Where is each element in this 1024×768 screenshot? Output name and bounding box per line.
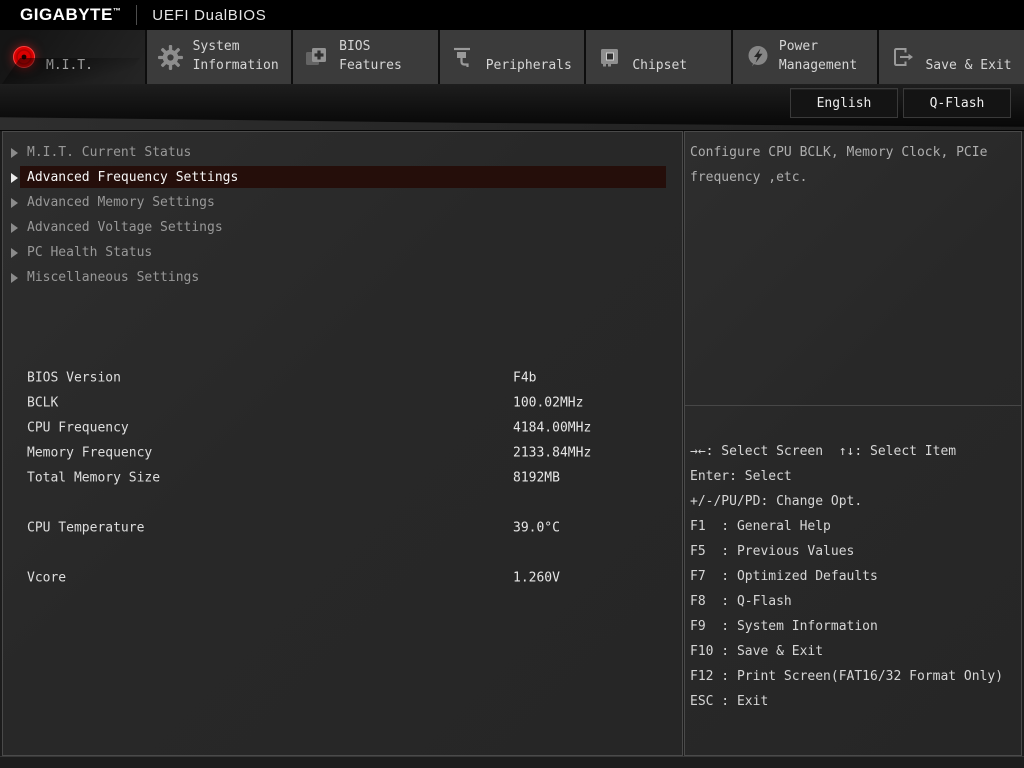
menu-item-advanced-frequency-settings[interactable]: Advanced Frequency Settings: [3, 165, 682, 190]
tab-save-exit[interactable]: Save & Exit: [879, 30, 1024, 84]
bios-setup-screen: GIGABYTE™ UEFI DualBIOS M.I.T.: [0, 0, 1024, 768]
mit-red-dot-icon: [9, 42, 39, 72]
status-label: CPU Frequency: [27, 420, 129, 435]
menu-item-label: Miscellaneous Settings: [20, 266, 666, 288]
tab-chipset[interactable]: Chipset: [586, 30, 731, 84]
submenu-arrow-icon: [11, 223, 18, 233]
menu-item-label: Advanced Voltage Settings: [20, 216, 666, 238]
submenu-arrow-icon: [11, 273, 18, 283]
tab-label: Chipset: [632, 35, 687, 79]
hotkey-line: F1 : General Help: [685, 514, 1021, 539]
tab-label: M.I.T.: [46, 35, 93, 79]
peripherals-icon: [449, 42, 479, 72]
status-label: Memory Frequency: [27, 445, 152, 460]
hotkey-line: →←: Select Screen ↑↓: Select Item: [685, 439, 1021, 464]
tab-label: Save & Exit: [925, 35, 1011, 79]
status-value: 39.0°C: [513, 520, 560, 535]
menu-item-miscellaneous-settings[interactable]: Miscellaneous Settings: [3, 265, 682, 290]
trademark-symbol: ™: [113, 6, 122, 15]
status-value: 2133.84MHz: [513, 445, 591, 460]
status-value: 1.260V: [513, 570, 560, 585]
bottom-strip: [0, 756, 1024, 768]
tab-label: BIOSFeatures: [339, 35, 402, 79]
hotkey-line: F10 : Save & Exit: [685, 639, 1021, 664]
menu-item-label: PC Health Status: [20, 241, 666, 263]
tab-label: PowerManagement: [779, 35, 857, 79]
tab-bar: M.I.T.: [0, 30, 1024, 84]
status-row-total-memory-size: Total Memory Size 8192MB: [3, 465, 682, 490]
system-status-readouts: BIOS Version F4b BCLK 100.02MHz CPU Freq…: [3, 365, 682, 590]
tab-bios-features[interactable]: BIOSFeatures: [293, 30, 438, 84]
hotkey-line: F5 : Previous Values: [685, 539, 1021, 564]
status-value: 4184.00MHz: [513, 420, 591, 435]
status-label: Vcore: [27, 570, 66, 585]
help-panel: Configure CPU BCLK, Memory Clock, PCIe f…: [684, 131, 1022, 756]
status-value: F4b: [513, 370, 536, 385]
status-row-cpu-frequency: CPU Frequency 4184.00MHz: [3, 415, 682, 440]
menu-item-label: Advanced Frequency Settings: [20, 166, 666, 188]
status-label: CPU Temperature: [27, 520, 144, 535]
chip-plus-icon: [302, 42, 332, 72]
lightning-bolt-icon: [742, 42, 772, 72]
status-row-bclk: BCLK 100.02MHz: [3, 390, 682, 415]
submenu-arrow-icon: [11, 248, 18, 258]
topbar: GIGABYTE™ UEFI DualBIOS: [0, 0, 1024, 30]
status-label: BCLK: [27, 395, 58, 410]
qflash-button[interactable]: Q-Flash: [903, 88, 1011, 118]
hotkey-line: +/-/PU/PD: Change Opt.: [685, 489, 1021, 514]
tab-peripherals[interactable]: Peripherals: [440, 30, 585, 84]
status-row-vcore: Vcore 1.260V: [3, 565, 682, 590]
menu-item-label: M.I.T. Current Status: [20, 141, 666, 163]
firmware-title: UEFI DualBIOS: [152, 7, 266, 24]
gear-icon: [156, 42, 186, 72]
settings-panel: M.I.T. Current Status Advanced Frequency…: [2, 131, 683, 756]
status-row-memory-frequency: Memory Frequency 2133.84MHz: [3, 440, 682, 465]
hotkey-line: Enter: Select: [685, 464, 1021, 489]
tab-power-management[interactable]: PowerManagement: [733, 30, 878, 84]
english-button[interactable]: English: [790, 88, 898, 118]
status-label: Total Memory Size: [27, 470, 160, 485]
tab-mit[interactable]: M.I.T.: [0, 30, 145, 84]
exit-door-arrow-icon: [888, 42, 918, 72]
status-value: 8192MB: [513, 470, 560, 485]
submenu-arrow-icon: [11, 198, 18, 208]
status-label: BIOS Version: [27, 370, 121, 385]
mit-submenu: M.I.T. Current Status Advanced Frequency…: [3, 132, 682, 290]
menu-item-pc-health-status[interactable]: PC Health Status: [3, 240, 682, 265]
submenu-arrow-icon: [11, 148, 18, 158]
hotkey-line: ESC : Exit: [685, 689, 1021, 714]
menu-item-mit-current-status[interactable]: M.I.T. Current Status: [3, 140, 682, 165]
tab-system-information[interactable]: SystemInformation: [147, 30, 292, 84]
hotkey-line: F9 : System Information: [685, 614, 1021, 639]
hotkey-line: F8 : Q-Flash: [685, 589, 1021, 614]
hotkey-legend: →←: Select Screen ↑↓: Select Item Enter:…: [685, 406, 1021, 714]
tab-label: Peripherals: [486, 35, 572, 79]
tab-label: SystemInformation: [193, 35, 279, 79]
submenu-arrow-icon: [11, 173, 18, 183]
status-row-bios-version: BIOS Version F4b: [3, 365, 682, 390]
chipset-icon: [595, 42, 625, 72]
gigabyte-logo: GIGABYTE™: [20, 5, 121, 25]
menu-item-advanced-voltage-settings[interactable]: Advanced Voltage Settings: [3, 215, 682, 240]
hotkey-line: F7 : Optimized Defaults: [685, 564, 1021, 589]
menu-item-label: Advanced Memory Settings: [20, 191, 666, 213]
item-help-text: Configure CPU BCLK, Memory Clock, PCIe f…: [685, 132, 1021, 406]
topbar-divider: [136, 5, 137, 25]
hotkey-line: F12 : Print Screen(FAT16/32 Format Only): [685, 664, 1021, 689]
status-row-cpu-temperature: CPU Temperature 39.0°C: [3, 515, 682, 540]
status-value: 100.02MHz: [513, 395, 583, 410]
menu-item-advanced-memory-settings[interactable]: Advanced Memory Settings: [3, 190, 682, 215]
